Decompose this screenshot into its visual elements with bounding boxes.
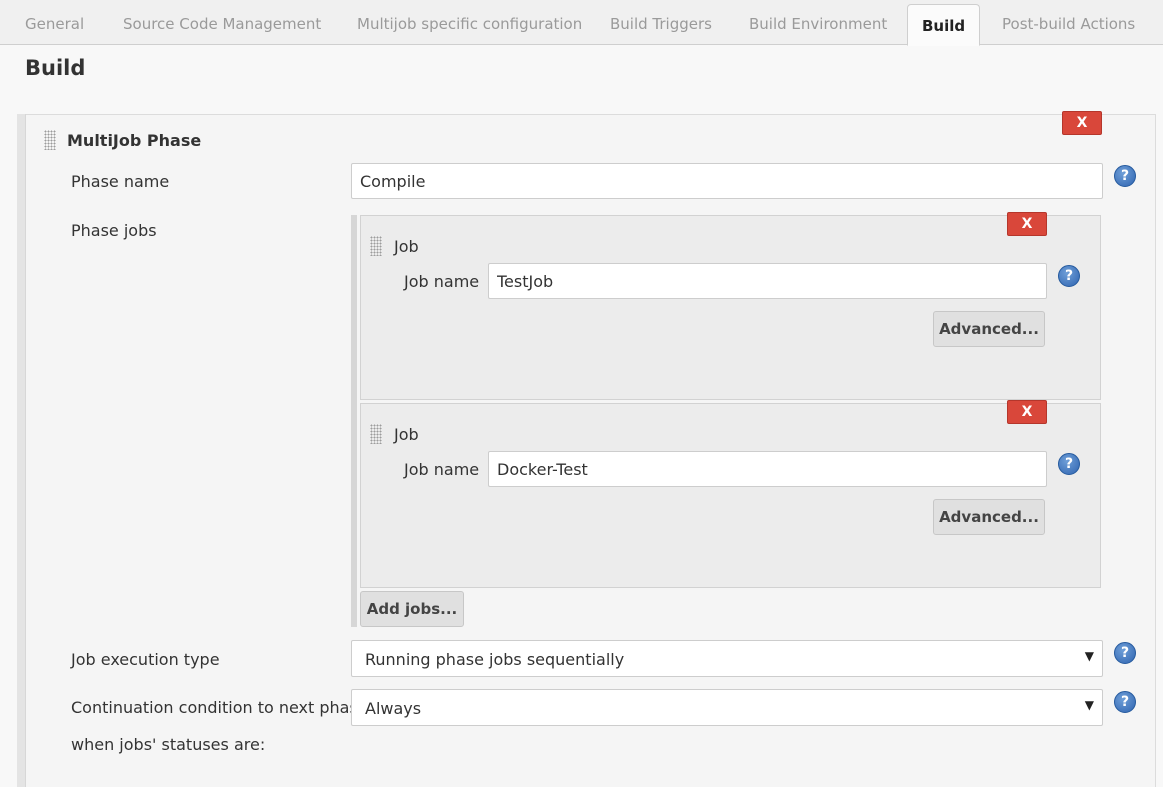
tab-multijob-specific-configuration[interactable]: Multijob specific configuration <box>357 0 582 45</box>
job-name-input[interactable] <box>488 451 1047 487</box>
job-name-help-icon[interactable]: ? <box>1058 453 1080 475</box>
phase-jobs-label: Phase jobs <box>71 221 157 240</box>
job-name-label: Job name <box>404 272 480 291</box>
phase-name-label: Phase name <box>71 172 170 191</box>
phase-name-help-icon[interactable]: ? <box>1114 165 1136 187</box>
jenkins-config-page: General Source Code Management Multijob … <box>0 0 1163 787</box>
job-advanced-button[interactable]: Advanced... <box>933 499 1045 535</box>
phase-drag-bar <box>17 114 26 787</box>
phase-title: MultiJob Phase <box>67 131 202 150</box>
job-advanced-button[interactable]: Advanced... <box>933 311 1045 347</box>
phase-drag-handle-icon[interactable] <box>44 130 56 150</box>
job-entry <box>360 403 1101 588</box>
add-jobs-button[interactable]: Add jobs... <box>360 591 464 627</box>
execution-type-label: Job execution type <box>71 650 220 669</box>
continuation-condition-selected-value: Always <box>365 699 422 718</box>
execution-type-select[interactable]: Running phase jobs sequentially ▼ <box>351 640 1103 677</box>
continuation-condition-help-icon[interactable]: ? <box>1114 691 1136 713</box>
section-title: Build <box>25 56 86 80</box>
config-tabs: General Source Code Management Multijob … <box>0 0 1163 46</box>
phase-name-input[interactable] <box>351 163 1103 199</box>
continuation-condition-label-second-line: when jobs' statuses are: <box>71 735 266 754</box>
job-entry <box>360 215 1101 400</box>
chevron-down-icon: ▼ <box>1084 698 1094 712</box>
job-title: Job <box>394 425 419 444</box>
delete-job-button[interactable]: X <box>1007 400 1047 424</box>
delete-job-button[interactable]: X <box>1007 212 1047 236</box>
delete-phase-button[interactable]: X <box>1062 111 1102 135</box>
continuation-condition-label: Continuation condition to next phase <box>71 698 368 717</box>
job-drag-handle-icon[interactable] <box>370 236 382 256</box>
continuation-condition-select[interactable]: Always ▼ <box>351 689 1103 726</box>
tab-build[interactable]: Build <box>907 4 981 46</box>
execution-type-selected-value: Running phase jobs sequentially <box>365 650 625 669</box>
job-name-help-icon[interactable]: ? <box>1058 265 1080 287</box>
job-name-label: Job name <box>404 460 480 479</box>
job-drag-handle-icon[interactable] <box>370 424 382 444</box>
tab-build-environment[interactable]: Build Environment <box>749 0 887 45</box>
chevron-down-icon: ▼ <box>1084 649 1094 663</box>
execution-type-help-icon[interactable]: ? <box>1114 642 1136 664</box>
job-name-input[interactable] <box>488 263 1047 299</box>
phase-jobs-bar <box>351 215 357 627</box>
job-title: Job <box>394 237 419 256</box>
tab-post-build-actions[interactable]: Post-build Actions <box>1002 0 1135 45</box>
tab-general[interactable]: General <box>25 0 84 45</box>
tab-source-code-management[interactable]: Source Code Management <box>123 0 321 45</box>
tab-build-triggers[interactable]: Build Triggers <box>610 0 712 45</box>
